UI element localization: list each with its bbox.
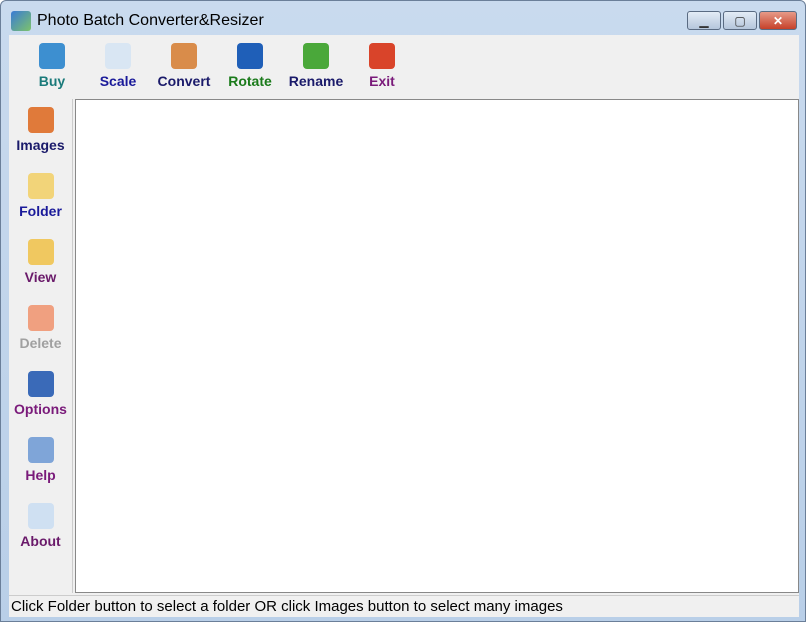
- title-bar: Photo Batch Converter&Resizer: [11, 9, 264, 33]
- toolbar-buy-button[interactable]: Buy: [19, 35, 85, 99]
- button-label: Buy: [38, 73, 66, 89]
- globe-hand-icon: [39, 43, 65, 69]
- maximize-button[interactable]: ▢: [723, 11, 757, 30]
- options-icon: [27, 371, 54, 397]
- sidebar-folder-button[interactable]: Folder: [9, 165, 72, 231]
- toolbar-convert-button[interactable]: Convert: [151, 35, 217, 99]
- button-label: Delete: [19, 335, 62, 351]
- button-label: Rotate: [228, 73, 272, 89]
- help-icon: [27, 437, 54, 463]
- sidebar-options-button[interactable]: Options: [9, 363, 72, 429]
- close-button[interactable]: ✕: [759, 11, 797, 30]
- sidebar-delete-button: Delete: [9, 297, 72, 363]
- toolbar-exit-button[interactable]: Exit: [349, 35, 415, 99]
- envelope-icon: [27, 503, 54, 529]
- toolbar-rotate-button[interactable]: Rotate: [217, 35, 283, 99]
- view-icon: [27, 239, 54, 265]
- sidebar-view-button[interactable]: View: [9, 231, 72, 297]
- button-label: Help: [25, 467, 56, 483]
- toolbar-scale-button[interactable]: Scale: [85, 35, 151, 99]
- app-icon: [11, 11, 31, 31]
- rotate-icon: [237, 43, 263, 69]
- sidebar-about-button[interactable]: About: [9, 495, 72, 561]
- folder-icon: [27, 173, 54, 199]
- button-label: View: [24, 269, 57, 285]
- convert-icon: [171, 43, 197, 69]
- button-label: Rename: [288, 73, 344, 89]
- sidebar-help-button[interactable]: Help: [9, 429, 72, 495]
- sidebar: Images Folder View Delete Options Help About: [9, 99, 73, 593]
- sidebar-images-button[interactable]: Images: [9, 99, 72, 165]
- button-label: About: [20, 533, 61, 549]
- minimize-button[interactable]: ▁: [687, 11, 721, 30]
- button-label: Scale: [99, 73, 137, 89]
- zoom-icon: [105, 43, 131, 69]
- status-bar: Click Folder button to select a folder O…: [9, 595, 799, 617]
- rename-icon: [303, 43, 329, 69]
- toolbar-rename-button[interactable]: Rename: [283, 35, 349, 99]
- delete-icon: [27, 305, 54, 331]
- button-label: Convert: [157, 73, 211, 89]
- button-label: Options: [14, 401, 67, 417]
- power-icon: [369, 43, 395, 69]
- image-list-area[interactable]: [75, 99, 799, 593]
- toolbar: Buy Scale Convert Rotate Rename Exit: [9, 35, 799, 99]
- button-label: Images: [16, 137, 65, 153]
- picture-icon: [27, 107, 54, 133]
- app-window: Photo Batch Converter&Resizer ▁ ▢ ✕ Buy S…: [0, 0, 806, 622]
- button-label: Exit: [369, 73, 395, 89]
- button-label: Folder: [19, 203, 62, 219]
- window-title: Photo Batch Converter&Resizer: [37, 12, 264, 29]
